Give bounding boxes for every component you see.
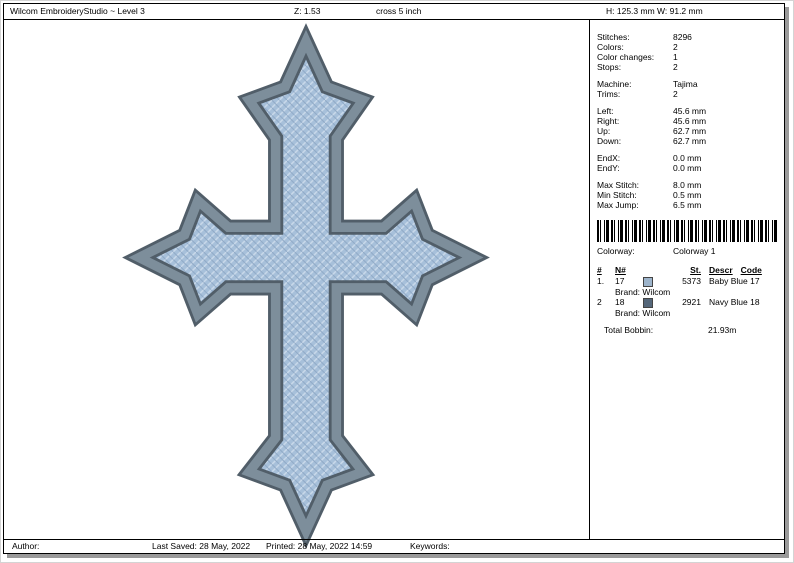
cross-design (122, 22, 490, 550)
stat-label: Left: (597, 106, 673, 116)
stat-row-down: Down:62.7 mm (597, 136, 784, 146)
colorway-value: Colorway 1 (673, 246, 716, 256)
header-bar: Wilcom EmbroideryStudio ~ Level 3 Z: 1.5… (4, 4, 784, 20)
stat-label: EndX: (597, 153, 673, 163)
printed-label: Printed: 28 May, 2022 14:59 (266, 541, 372, 551)
total-bobbin-label: Total Bobbin: (604, 325, 708, 335)
thread-index: 1. (597, 276, 615, 287)
stat-label: Colors: (597, 42, 673, 52)
stat-value: 2 (673, 62, 678, 72)
stats-list: Stitches:8296 Colors:2 Color changes:1 S… (597, 32, 784, 210)
last-saved-label: Last Saved: 28 May, 2022 (152, 541, 250, 551)
stat-row-min-stitch: Min Stitch:0.5 mm (597, 190, 784, 200)
stat-label: Down: (597, 136, 673, 146)
stat-row-left: Left:45.6 mm (597, 106, 784, 116)
colorway-label: Colorway: (597, 246, 673, 257)
stat-value: 0.0 mm (673, 153, 701, 163)
thread-swatch (643, 298, 653, 308)
stat-row-right: Right:45.6 mm (597, 116, 784, 126)
stat-label: Min Stitch: (597, 190, 673, 200)
stat-label: EndY: (597, 163, 673, 173)
stat-row-endy: EndY:0.0 mm (597, 163, 784, 173)
stat-value: 8.0 mm (673, 180, 701, 190)
total-bobbin-row: Total Bobbin:21.93m (604, 325, 784, 335)
stat-label: Stops: (597, 62, 673, 72)
stat-value: 0.0 mm (673, 163, 701, 173)
thread-table: # N# St. Descr Code 1. 17 5373 Baby Blue… (597, 265, 784, 335)
thread-description: Baby Blue 17 (709, 276, 760, 287)
stat-row-colors: Colors:2 (597, 42, 784, 52)
design-canvas (4, 20, 589, 539)
stat-label: Up: (597, 126, 673, 136)
print-preview-page: Wilcom EmbroideryStudio ~ Level 3 Z: 1.5… (3, 3, 785, 554)
col-header-number: # (597, 265, 615, 276)
thread-row: 1. 17 5373 Baby Blue 17 (597, 276, 784, 287)
thread-table-header: # N# St. Descr Code (597, 265, 784, 276)
stat-value: 62.7 mm (673, 136, 706, 146)
stat-value: 62.7 mm (673, 126, 706, 136)
stat-value: 8296 (673, 32, 692, 42)
stat-label: Machine: (597, 79, 673, 89)
stat-label: Trims: (597, 89, 673, 99)
stat-value: 2 (673, 42, 678, 52)
design-name: cross 5 inch (376, 6, 421, 16)
stat-row-stops: Stops:2 (597, 62, 784, 72)
app-title: Wilcom EmbroideryStudio ~ Level 3 (10, 6, 145, 16)
thread-stitch-count: 5373 (667, 276, 707, 287)
stat-row-machine: Machine:Tajima (597, 79, 784, 89)
stat-label: Right: (597, 116, 673, 126)
thread-index: 2 (597, 297, 615, 308)
stat-value: 2 (673, 89, 678, 99)
stat-label: Color changes: (597, 52, 673, 62)
author-label: Author: (12, 541, 39, 551)
stat-value: 0.5 mm (673, 190, 701, 200)
stat-label: Stitches: (597, 32, 673, 42)
colorway-row: Colorway:Colorway 1 (597, 246, 784, 257)
col-header-code: Code (741, 265, 762, 276)
stat-value: 1 (673, 52, 678, 62)
col-header-n: N# (615, 265, 643, 276)
design-size: H: 125.3 mm W: 91.2 mm (606, 6, 703, 16)
stat-value: 45.6 mm (673, 106, 706, 116)
stat-label: Max Jump: (597, 200, 673, 210)
col-header-descr: Descr (709, 265, 733, 276)
footer-bar: Author: Last Saved: 28 May, 2022 Printed… (4, 539, 784, 553)
stat-row-max-jump: Max Jump:6.5 mm (597, 200, 784, 210)
zoom-level: Z: 1.53 (294, 6, 320, 16)
stat-value: 45.6 mm (673, 116, 706, 126)
stat-label: Max Stitch: (597, 180, 673, 190)
barcode-image (597, 220, 777, 242)
stat-row-trims: Trims:2 (597, 89, 784, 99)
col-header-stitches: St. (667, 265, 707, 276)
design-info-panel: Stitches:8296 Colors:2 Color changes:1 S… (590, 20, 784, 539)
thread-number: 17 (615, 276, 643, 287)
stat-value: 6.5 mm (673, 200, 701, 210)
thread-brand: Brand: Wilcom (615, 308, 784, 318)
stat-row-endx: EndX:0.0 mm (597, 153, 784, 163)
thread-description: Navy Blue 18 (709, 297, 760, 308)
keywords-label: Keywords: (410, 541, 450, 551)
thread-stitch-count: 2921 (667, 297, 707, 308)
stat-row-max-stitch: Max Stitch:8.0 mm (597, 180, 784, 190)
thread-swatch (643, 277, 653, 287)
thread-brand: Brand: Wilcom (615, 287, 784, 297)
stat-row-color-changes: Color changes:1 (597, 52, 784, 62)
total-bobbin-value: 21.93m (708, 325, 736, 335)
thread-number: 18 (615, 297, 643, 308)
stat-row-up: Up:62.7 mm (597, 126, 784, 136)
stat-value: Tajima (673, 79, 698, 89)
thread-row: 2 18 2921 Navy Blue 18 (597, 297, 784, 308)
stat-row-stitches: Stitches:8296 (597, 32, 784, 42)
